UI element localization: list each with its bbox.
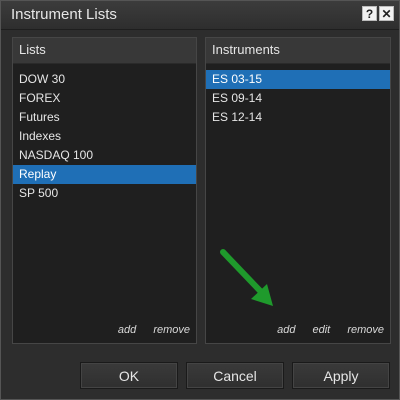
lists-add-link[interactable]: add [118, 324, 136, 336]
instruments-header: Instruments [206, 38, 390, 64]
list-item-selected[interactable]: Replay [13, 165, 196, 184]
apply-button[interactable]: Apply [292, 362, 390, 389]
instrument-item-selected[interactable]: ES 03-15 [206, 70, 390, 89]
list-item[interactable]: FOREX [13, 89, 196, 108]
window-title: Instrument Lists [11, 6, 117, 23]
list-item[interactable]: Indexes [13, 127, 196, 146]
ok-button[interactable]: OK [80, 362, 178, 389]
instruments-edit-link[interactable]: edit [313, 324, 331, 336]
lists-list: DOW 30 FOREX Futures Indexes NASDAQ 100 … [13, 70, 196, 203]
instruments-actions: add edit remove [263, 324, 384, 336]
instruments-list: ES 03-15 ES 09-14 ES 12-14 [206, 70, 390, 127]
instruments-add-link[interactable]: add [277, 324, 295, 336]
list-item[interactable]: DOW 30 [13, 70, 196, 89]
lists-panel: Lists DOW 30 FOREX Futures Indexes NASDA… [12, 37, 197, 344]
instrument-lists-dialog: Instrument Lists ? ✕ Lists DOW 30 FOREX … [0, 0, 400, 400]
instruments-remove-link[interactable]: remove [347, 324, 384, 336]
close-button[interactable]: ✕ [379, 6, 394, 21]
lists-remove-link[interactable]: remove [153, 324, 190, 336]
list-item[interactable]: NASDAQ 100 [13, 146, 196, 165]
pointer-arrow-icon [220, 249, 273, 306]
instrument-item[interactable]: ES 09-14 [206, 89, 390, 108]
cancel-button[interactable]: Cancel [186, 362, 284, 389]
instrument-item[interactable]: ES 12-14 [206, 108, 390, 127]
lists-actions: add remove [104, 324, 190, 336]
help-button[interactable]: ? [362, 6, 377, 21]
list-item[interactable]: SP 500 [13, 184, 196, 203]
list-item[interactable]: Futures [13, 108, 196, 127]
title-bar[interactable]: Instrument Lists ? ✕ [1, 1, 399, 30]
lists-header: Lists [13, 38, 196, 64]
